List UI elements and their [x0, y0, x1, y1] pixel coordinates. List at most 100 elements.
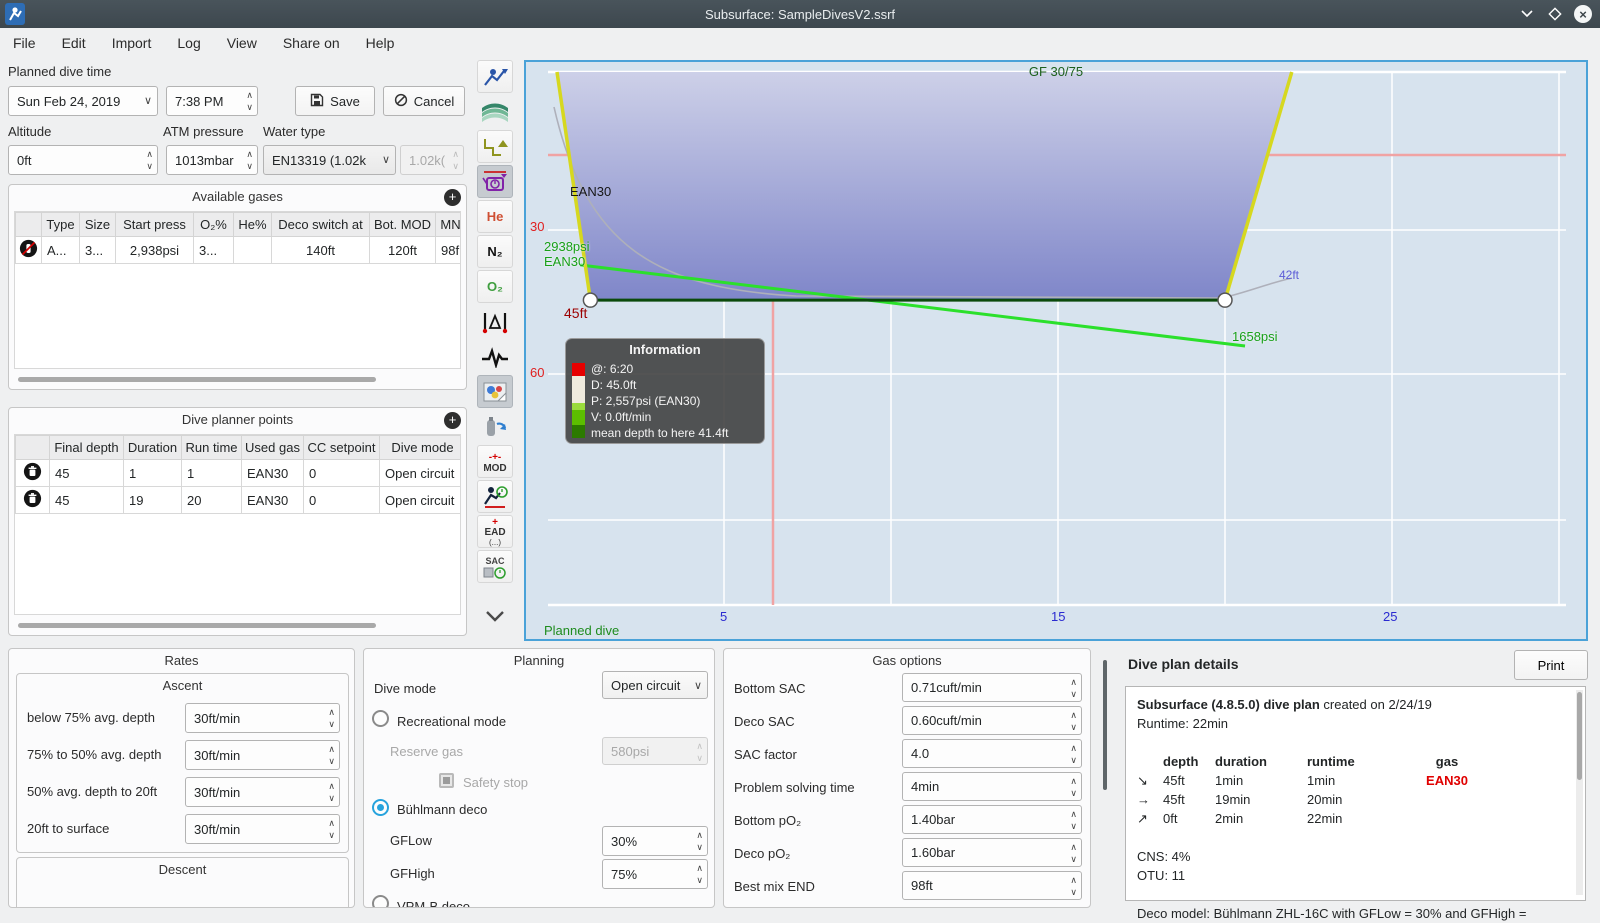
water-type-label: Water type: [263, 124, 326, 139]
disable-gas-icon[interactable]: [19, 239, 38, 261]
gfhigh-spinner[interactable]: 75% ∧ ∨: [602, 859, 708, 889]
bottom-sac-spinner[interactable]: 0.71cuft/min ∧ ∨: [902, 673, 1082, 702]
recreational-mode-radio[interactable]: [372, 710, 389, 727]
maximize-icon[interactable]: [1546, 5, 1564, 23]
gases-horizontal-scrollbar[interactable]: [18, 377, 376, 382]
menu-log[interactable]: Log: [164, 30, 213, 56]
save-button[interactable]: Save: [295, 86, 375, 116]
end-mean-depth-label: 42ft: [1279, 268, 1300, 282]
gases-col-bot-mod[interactable]: Bot. MOD: [369, 212, 436, 237]
deco-po2-spinner[interactable]: 1.60bar ∧ ∨: [902, 838, 1082, 867]
ceiling-icon[interactable]: [477, 130, 513, 163]
dive-mode-label: Dive mode: [374, 681, 437, 696]
plan-col-runtime: runtime: [1307, 754, 1355, 769]
best-mix-end-spinner[interactable]: 98ft ∧ ∨: [902, 871, 1082, 900]
toolbar-scroll-down-icon[interactable]: [477, 599, 513, 632]
delta-pressure-icon[interactable]: [477, 305, 513, 338]
deco-sac-label: Deco SAC: [734, 714, 795, 729]
ead-icon[interactable]: + EAD (...): [477, 515, 513, 548]
bottom-po2-label: Bottom pO₂: [734, 813, 802, 828]
menu-file[interactable]: File: [0, 30, 49, 56]
planned-dive-time-label: Planned dive time: [8, 64, 112, 79]
points-col-duration[interactable]: Duration: [123, 435, 182, 460]
ascent-rate-spinner-1[interactable]: 30ft/min ∧ ∨: [185, 703, 340, 733]
gflow-spinner[interactable]: 30% ∧ ∨: [602, 826, 708, 856]
helium-graph-icon[interactable]: He: [477, 200, 513, 233]
altitude-spinner[interactable]: 0ft ∧ ∨: [8, 145, 158, 175]
atm-pressure-spinner[interactable]: 1013mbar ∧ ∨: [166, 145, 258, 175]
gases-col-startpress[interactable]: Start press: [115, 212, 194, 237]
plan-gas: EAN30: [1426, 773, 1468, 788]
dive-time-spinner[interactable]: 7:38 PM ∧ ∨: [166, 86, 258, 116]
sac-factor-spinner[interactable]: 4.0 ∧ ∨: [902, 739, 1082, 768]
bottom-po2-spinner[interactable]: 1.40bar ∧ ∨: [902, 805, 1082, 834]
photos-icon[interactable]: [477, 375, 513, 408]
ascent-rate-spinner-4[interactable]: 30ft/min ∧ ∨: [185, 814, 340, 844]
gases-col-o2[interactable]: O₂%: [193, 212, 234, 237]
gases-col-size[interactable]: Size: [79, 212, 116, 237]
heart-rate-icon[interactable]: [477, 340, 513, 373]
delete-point-icon[interactable]: [23, 462, 42, 484]
dive-mode-select[interactable]: Open circuit ∨: [602, 671, 708, 699]
menu-share-on[interactable]: Share on: [270, 30, 353, 56]
planner-point-row[interactable]: 45 1 1 EAN30 0 Open circuit: [15, 459, 460, 487]
points-col-gas[interactable]: Used gas: [241, 435, 304, 460]
water-type-select[interactable]: EN13319 (1.02k ∨: [263, 145, 396, 175]
tooltip-cylinder-bar-icon: [572, 363, 585, 438]
vpmb-deco-label: VPM-B deco: [397, 899, 470, 908]
ascent-rate-spinner-2[interactable]: 30ft/min ∧ ∨: [185, 740, 340, 770]
spinner-arrows-icon[interactable]: ∧ ∨: [246, 89, 253, 113]
points-col-runtime[interactable]: Run time: [181, 435, 242, 460]
problem-time-spinner[interactable]: 4min ∧ ∨: [902, 772, 1082, 801]
mod-icon[interactable]: -+- MOD: [477, 445, 513, 478]
close-icon[interactable]: ×: [1574, 5, 1592, 23]
deco-sac-spinner[interactable]: 0.60cuft/min ∧ ∨: [902, 706, 1082, 735]
points-col-setpoint[interactable]: CC setpoint: [303, 435, 380, 460]
points-horizontal-scrollbar[interactable]: [18, 623, 376, 628]
vpmb-deco-radio[interactable]: [372, 895, 389, 907]
gas-row[interactable]: A... 3... 2,938psi 3... 140ft 120ft 98f: [15, 236, 460, 264]
print-button[interactable]: Print: [1514, 650, 1588, 680]
deco-time-icon[interactable]: [477, 480, 513, 513]
save-icon: [310, 93, 324, 110]
dive-profile-icon[interactable]: [477, 60, 513, 93]
gases-col-deco-switch[interactable]: Deco switch at: [271, 212, 370, 237]
minimize-icon[interactable]: [1518, 5, 1536, 23]
planning-title: Planning: [513, 653, 565, 668]
chevron-down-icon: ∨: [693, 680, 702, 692]
points-col-depth[interactable]: Final depth: [49, 435, 124, 460]
add-point-button[interactable]: +: [444, 412, 461, 429]
delete-point-icon[interactable]: [23, 489, 42, 511]
plan-col-gas: gas: [1435, 754, 1459, 769]
app-icon: [5, 3, 25, 25]
oxygen-graph-icon[interactable]: O₂: [477, 270, 513, 303]
time-tick-25: 25: [1383, 609, 1398, 624]
depth-tick-60: 60: [530, 365, 545, 380]
ascent-rate-spinner-3[interactable]: 30ft/min ∧ ∨: [185, 777, 340, 807]
cancel-button[interactable]: Cancel: [383, 86, 465, 116]
gas-change-icon[interactable]: [477, 410, 513, 443]
buhlmann-deco-radio[interactable]: [372, 799, 389, 816]
plan-text-scrollbar[interactable]: [1576, 690, 1583, 895]
menu-edit[interactable]: Edit: [49, 30, 99, 56]
gases-col-type[interactable]: Type: [41, 212, 80, 237]
planner-point-row[interactable]: 45 19 20 EAN30 0 Open circuit: [15, 486, 460, 514]
dive-plan-text[interactable]: Subsurface (4.8.5.0) dive plan created o…: [1125, 686, 1586, 921]
gases-col-he[interactable]: He%: [233, 212, 272, 237]
details-vertical-scrollbar[interactable]: [1102, 655, 1109, 900]
end-pressure-label: 1658psi: [1232, 329, 1278, 344]
tissues-icon[interactable]: [477, 165, 513, 198]
add-gas-button[interactable]: +: [444, 189, 461, 206]
dive-profile-chart[interactable]: GF 30/75 30 60 EAN30 2938psi EAN30 45ft …: [524, 60, 1588, 641]
plan-cns: CNS: 4%: [1137, 849, 1191, 864]
dive-date-select[interactable]: Sun Feb 24, 2019 ∨: [8, 86, 158, 116]
points-col-divemode[interactable]: Dive mode: [379, 435, 460, 460]
menu-view[interactable]: View: [214, 30, 270, 56]
plan-title: Subsurface (4.8.5.0) dive plan: [1137, 697, 1320, 712]
nitrogen-graph-icon[interactable]: N₂: [477, 235, 513, 268]
ascent-title: Ascent: [162, 678, 203, 693]
menu-import[interactable]: Import: [99, 30, 165, 56]
sac-rate-icon[interactable]: SAC: [477, 550, 513, 583]
gases-col-mnd[interactable]: MN: [435, 212, 460, 237]
menu-help[interactable]: Help: [353, 30, 408, 56]
